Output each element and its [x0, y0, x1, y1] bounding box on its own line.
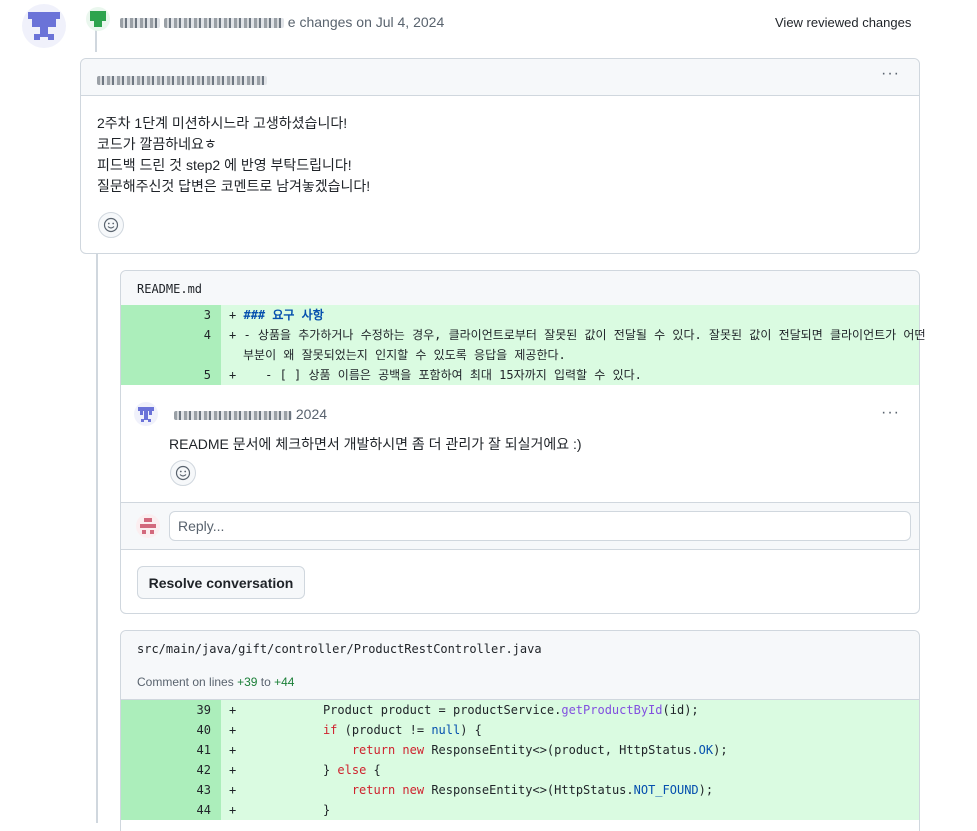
review-comment-box: ··· 2주차 1단계 미션하시느라 고생하셨습니다! 코드가 깔끔하네요ㅎ 피… — [80, 58, 920, 254]
diff-line: 43 + return new ResponseEntity<>(HttpSta… — [121, 780, 919, 800]
line-number[interactable]: 44 — [197, 800, 221, 820]
diff-sign: + — [229, 328, 237, 342]
review-line: 2주차 1단계 미션하시느라 고생하셨습니다! — [97, 115, 348, 131]
redacted-comment-meta — [97, 71, 267, 87]
reply-area: Reply... — [121, 502, 919, 550]
line-number[interactable]: 42 — [197, 760, 221, 780]
diff-line: 44 + } — [121, 800, 919, 820]
diff-sign: + — [229, 763, 237, 777]
review-action-text: e changes on Jul 4, 2024 — [287, 14, 445, 30]
review-line: 피드백 드린 것 step2 에 반영 부탁드립니다! — [97, 157, 352, 173]
reviewer-avatar[interactable] — [22, 4, 66, 48]
line-number[interactable]: 40 — [197, 720, 221, 740]
comment-range-end: +44 — [274, 675, 295, 689]
add-reaction-button[interactable] — [98, 212, 124, 238]
file-header: src/main/java/gift/controller/ProductRes… — [121, 631, 919, 665]
smiley-icon — [103, 217, 119, 233]
line-number[interactable]: 5 — [204, 365, 221, 385]
file-name[interactable]: src/main/java/gift/controller/ProductRes… — [137, 642, 542, 656]
comment-options-button[interactable]: ··· — [881, 65, 900, 83]
commenter-avatar[interactable] — [134, 402, 158, 426]
line-number[interactable]: 4 — [204, 325, 221, 345]
diff-line: 40 + if (product != null) { — [121, 720, 919, 740]
diff-sign: + — [229, 368, 237, 382]
diff-line: 5 + - [ ] 상품 이름은 공백을 포함하여 최대 15자까지 입력할 수… — [121, 365, 919, 385]
timeline-connector — [95, 30, 97, 52]
diff-sign: + — [229, 703, 237, 717]
comment-options-button[interactable]: ··· — [881, 404, 900, 422]
current-user-avatar[interactable] — [136, 514, 160, 538]
comment-range-prefix: Comment on lines — [137, 675, 234, 689]
file-thread-controller: src/main/java/gift/controller/ProductRes… — [120, 630, 920, 831]
line-number[interactable]: 41 — [197, 740, 221, 760]
review-comment-body: 2주차 1단계 미션하시느라 고생하셨습니다! 코드가 깔끔하네요ㅎ 피드백 드… — [97, 113, 370, 197]
review-header: e changes on Jul 4, 2024 — [120, 14, 444, 30]
diff-line: 4 + - 상품을 추가하거나 수정하는 경우, 클라이언트로부터 잘못된 값이… — [121, 325, 926, 365]
diff-text: - 상품을 추가하거나 수정하는 경우, 클라이언트로부터 잘못된 값이 전달될… — [243, 328, 926, 342]
diff-sign: + — [229, 743, 237, 757]
file-header: README.md — [121, 271, 919, 306]
review-line: 코드가 깔끔하네요ㅎ — [97, 136, 217, 152]
diff-sign: + — [229, 803, 237, 817]
line-number[interactable]: 43 — [197, 780, 221, 800]
line-number[interactable]: 39 — [197, 700, 221, 720]
comment-body: README 문서에 체크하면서 개발하시면 좀 더 관리가 잘 되실거에요 :… — [169, 436, 582, 452]
file-name[interactable]: README.md — [137, 282, 202, 296]
diff-text-continuation: 부분이 왜 잘못되었는지 인지할 수 있도록 응답을 제공한다. — [243, 348, 566, 362]
diff-text: - [ ] 상품 이름은 공백을 포함하여 최대 15자까지 입력할 수 있다. — [265, 368, 642, 382]
diff-sign: + — [229, 723, 237, 737]
comment-range-start: +39 — [237, 675, 258, 689]
comment-range-to: to — [260, 675, 271, 689]
review-comment-header: ··· — [81, 59, 919, 96]
thread-connector — [96, 253, 98, 823]
file-thread-readme: README.md 3 + ### 요구 사항 4 + - 상품을 추가하거나 … — [120, 270, 926, 614]
comment-range: Comment on lines +39 to +44 — [121, 665, 919, 700]
redacted-username[interactable] — [120, 18, 160, 29]
line-number[interactable]: 3 — [204, 305, 221, 325]
diff-line: 41 + return new ResponseEntity<>(product… — [121, 740, 919, 760]
diff-line: 39 + Product product = productService.ge… — [121, 700, 919, 720]
redacted-commenter[interactable] — [174, 410, 292, 420]
diff-sign: + — [229, 783, 237, 797]
diff-text: ### 요구 사항 — [243, 308, 324, 322]
diff-line: 42 + } else { — [121, 760, 919, 780]
comment-meta: 2024 — [174, 406, 327, 422]
view-reviewed-changes-link[interactable]: View reviewed changes — [775, 15, 911, 30]
add-reaction-button[interactable] — [170, 460, 196, 486]
review-line: 질문해주신것 답변은 코멘트로 남겨놓겠습니다! — [97, 178, 371, 194]
diff-line: 3 + ### 요구 사항 — [121, 305, 919, 325]
redacted-text — [163, 18, 284, 29]
comment-date[interactable]: 2024 — [296, 406, 327, 422]
resolve-conversation-button[interactable]: Resolve conversation — [137, 566, 305, 599]
diff-sign: + — [229, 308, 237, 322]
reply-input[interactable]: Reply... — [169, 511, 911, 541]
smiley-icon — [175, 465, 191, 481]
reviewer-small-avatar[interactable] — [86, 7, 110, 31]
